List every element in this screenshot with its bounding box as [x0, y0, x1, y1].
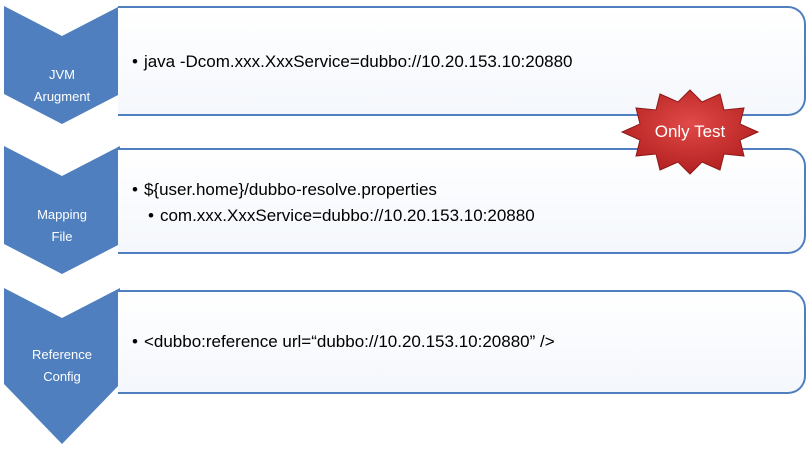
chevron-label: Reference Config [4, 344, 120, 388]
chevron-label-line-2: Config [43, 369, 81, 384]
bullet-text: java -Dcom.xxx.XxxService=dubbo://10.20.… [143, 52, 573, 71]
chevron-label-line-1: Reference [32, 347, 92, 362]
chevron-label-line-2: Arugment [33, 89, 91, 104]
bullet-text: <dubbo:reference url=“dubbo://10.20.153.… [143, 332, 555, 351]
chevron-label: JVM Arugment [4, 64, 120, 108]
bullet-text: ${user.home}/dubbo-resolve.properties [143, 180, 437, 199]
bullet-icon: • [148, 206, 154, 225]
chevron-label-line-2: File [51, 229, 73, 244]
chevron-label-line-1: Mapping [37, 207, 87, 222]
bullet-icon: • [132, 180, 138, 199]
box-reference-config: • <dubbo:reference url=“dubbo://10.20.153… [118, 290, 806, 394]
bullet-item: • <dubbo:reference url=“dubbo://10.20.153… [132, 332, 555, 352]
only-test-badge: Only Test [620, 88, 760, 176]
bullet-item: • java -Dcom.xxx.XxxService=dubbo://10.20… [132, 52, 573, 72]
bullet-icon: • [132, 332, 138, 351]
chevron-reference-config: Reference Config [4, 288, 120, 444]
badge-text: Only Test [654, 122, 726, 141]
chevron-mapping-file: Mapping File [4, 146, 120, 274]
bullet-item: • ${user.home}/dubbo-resolve.properties [132, 180, 437, 200]
sub-bullet-item: • com.xxx.XxxService=dubbo://10.20.153.10… [148, 206, 535, 226]
sub-bullet-text: com.xxx.XxxService=dubbo://10.20.153.10:… [159, 206, 535, 225]
chevron-label: Mapping File [4, 204, 120, 248]
bullet-icon: • [132, 52, 138, 71]
chevron-jvm-argument: JVM Arugment [4, 6, 120, 124]
chevron-label-line-1: JVM [49, 67, 75, 82]
process-diagram: JVM Arugment • java -Dcom.xxx.XxxService=… [0, 0, 808, 450]
